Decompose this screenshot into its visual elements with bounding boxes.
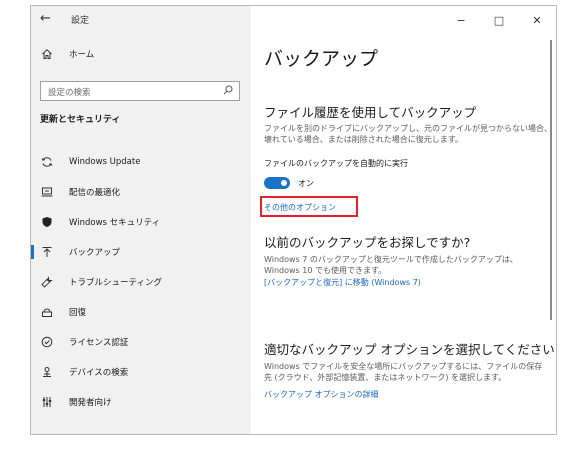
sidebar-item-label: ライセンス認証 <box>69 338 129 348</box>
sidebar-item-windows-update[interactable]: Windows Update <box>31 148 251 176</box>
choose-option-desc-line1: Windows でファイルを安全な場所にバックアップするには、ファイルの保存 <box>264 362 543 371</box>
home-icon <box>40 47 54 61</box>
sidebar-item-troubleshoot[interactable]: トラブルシューティング <box>31 268 251 296</box>
older-backup-desc-line1: Windows 7 のバックアップと復元ツールで作成したバックアップは、 <box>264 255 518 264</box>
sidebar-item-label: 配信の最適化 <box>69 188 121 198</box>
developer-icon <box>40 395 54 409</box>
backup-options-details-link[interactable]: バックアップ オプションの詳細 <box>264 389 379 400</box>
sidebar-item-windows-security[interactable]: Windows セキュリティ <box>31 208 251 236</box>
more-options-link[interactable]: その他のオプション <box>264 202 336 213</box>
toggle-state-label: オン <box>298 179 314 188</box>
sidebar-item-developer[interactable]: 開発者向け <box>31 388 251 416</box>
back-button[interactable]: ← <box>40 11 51 27</box>
maximize-button[interactable]: □ <box>480 6 518 34</box>
delivery-icon <box>40 185 54 199</box>
search-icon <box>223 85 233 98</box>
sidebar-item-label: Windows Update <box>69 157 141 167</box>
sidebar-item-label: デバイスの検索 <box>69 368 129 378</box>
settings-window: ← 設定 ホーム 設定の検索 更新とセキュリティ Windows Update <box>30 5 557 435</box>
wrench-icon <box>40 275 54 289</box>
check-circle-icon <box>40 335 54 349</box>
sidebar-item-backup[interactable]: バックアップ <box>31 238 251 266</box>
minimize-button[interactable]: − <box>442 6 480 34</box>
file-history-desc-line1: ファイルを別のドライブにバックアップし、元のファイルが見つからない場合、 <box>264 124 552 133</box>
window-controls: − □ ✕ <box>442 6 556 34</box>
choose-option-heading: 適切なバックアップ オプションを選択してください <box>264 342 555 357</box>
page-title: バックアップ <box>264 48 379 70</box>
backup-icon <box>40 245 54 259</box>
sidebar: ← 設定 ホーム 設定の検索 更新とセキュリティ Windows Update <box>31 6 251 434</box>
sidebar-item-delivery-optimization[interactable]: 配信の最適化 <box>31 178 251 206</box>
sidebar-item-label: ホーム <box>69 50 95 60</box>
search-input[interactable]: 設定の検索 <box>40 81 240 101</box>
sidebar-item-home[interactable]: ホーム <box>31 40 251 68</box>
find-device-icon <box>40 365 54 379</box>
scrollbar[interactable] <box>550 40 552 320</box>
auto-backup-toggle[interactable] <box>264 177 290 189</box>
shield-icon <box>40 215 54 229</box>
sidebar-item-recovery[interactable]: 回復 <box>31 298 251 326</box>
sidebar-item-label: Windows セキュリティ <box>69 218 161 228</box>
recovery-icon <box>40 305 54 319</box>
title-bar: ← 設定 <box>31 6 251 34</box>
sidebar-item-activation[interactable]: ライセンス認証 <box>31 328 251 356</box>
older-backup-desc-line2: Windows 10 でも使用できます。 <box>264 266 387 275</box>
sidebar-item-label: 回復 <box>69 308 87 318</box>
file-history-desc-line2: 壊れている場合、または削除された場合に復元します。 <box>264 135 463 144</box>
backup-restore-link[interactable]: [バックアップと復元] に移動 (Windows 7) <box>264 277 421 288</box>
sidebar-item-label: 開発者向け <box>69 398 112 408</box>
auto-backup-label: ファイルのバックアップを自動的に実行 <box>264 159 408 168</box>
search-placeholder: 設定の検索 <box>48 88 91 98</box>
sidebar-item-label: トラブルシューティング <box>69 278 162 288</box>
window-title: 設定 <box>71 16 90 26</box>
sync-icon <box>40 155 54 169</box>
section-title: 更新とセキュリティ <box>40 115 121 125</box>
choose-option-desc-line2: 先 (クラウド、外部記憶装置、またはネットワーク) を選択します。 <box>264 373 507 382</box>
toggle-knob <box>281 180 287 186</box>
sidebar-item-find-device[interactable]: デバイスの検索 <box>31 358 251 386</box>
older-backup-heading: 以前のバックアップをお探しですか? <box>264 235 471 250</box>
file-history-heading: ファイル履歴を使用してバックアップ <box>264 105 477 120</box>
sidebar-item-label: バックアップ <box>69 248 121 258</box>
main-content: − □ ✕ バックアップ ファイル履歴を使用してバックアップ ファイルを別のドラ… <box>251 6 556 434</box>
close-button[interactable]: ✕ <box>518 6 556 34</box>
